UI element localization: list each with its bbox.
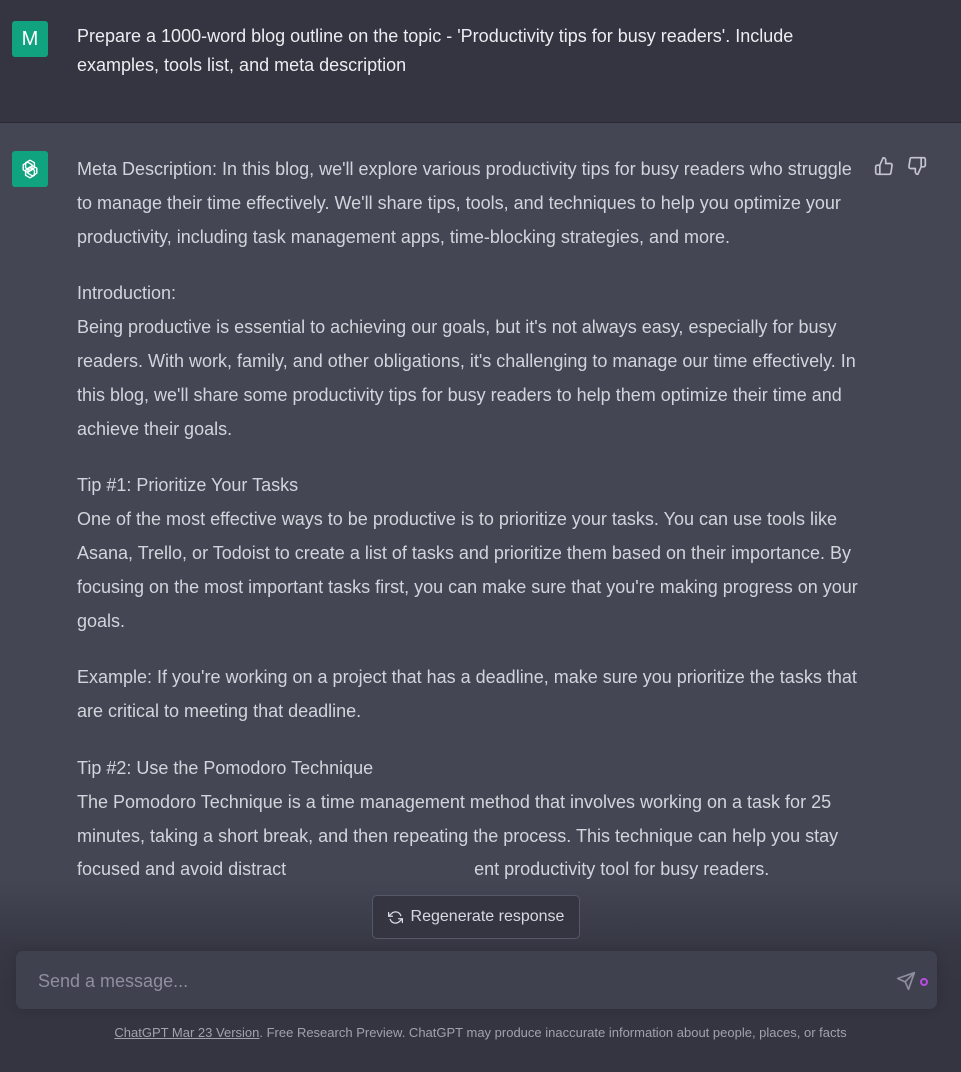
introduction-paragraph: Introduction: Being productive is essent…	[77, 277, 862, 446]
user-message-text: Prepare a 1000-word blog outline on the …	[77, 26, 794, 75]
example-paragraph: Example: If you're working on a project …	[77, 661, 862, 729]
section-heading: Introduction:	[77, 283, 177, 304]
regenerate-response-button[interactable]: Regenerate response	[372, 895, 580, 939]
refresh-icon	[387, 910, 403, 925]
section-heading: Tip #2: Use the Pomodoro Technique	[77, 757, 374, 778]
user-avatar: M	[12, 21, 48, 57]
message-composer	[16, 951, 937, 1009]
thumbs-up-icon[interactable]	[874, 156, 894, 176]
tip-2-paragraph: Tip #2: Use the Pomodoro Technique The P…	[77, 752, 862, 887]
openai-logo-icon	[12, 151, 48, 187]
user-message-row: M Prepare a 1000-word blog outline on th…	[0, 0, 961, 123]
send-icon[interactable]	[896, 971, 918, 993]
paragraph-line: ent productivity tool for busy readers.	[474, 859, 770, 880]
thumbs-down-icon[interactable]	[907, 156, 927, 176]
message-input[interactable]	[36, 967, 880, 995]
assistant-message-text: Meta Description: In this blog, we'll ex…	[77, 153, 862, 910]
meta-description-paragraph: Meta Description: In this blog, we'll ex…	[77, 153, 862, 254]
status-dot	[920, 978, 928, 986]
footer-disclaimer: ChatGPT Mar 23 Version. Free Research Pr…	[0, 1025, 961, 1040]
version-link[interactable]: ChatGPT Mar 23 Version	[114, 1025, 259, 1040]
paragraph-line: One of the most effective ways to be pro…	[77, 509, 858, 631]
tip-1-paragraph: Tip #1: Prioritize Your Tasks One of the…	[77, 469, 862, 638]
regenerate-label: Regenerate response	[410, 908, 565, 925]
section-heading: Tip #1: Prioritize Your Tasks	[77, 475, 299, 496]
disclaimer-text: . Free Research Preview. ChatGPT may pro…	[259, 1025, 847, 1040]
paragraph-line: Meta Description: In this blog, we'll ex…	[77, 159, 852, 247]
paragraph-line: Example: If you're working on a project …	[77, 667, 857, 722]
paragraph-line: Being productive is essential to achievi…	[77, 317, 856, 439]
